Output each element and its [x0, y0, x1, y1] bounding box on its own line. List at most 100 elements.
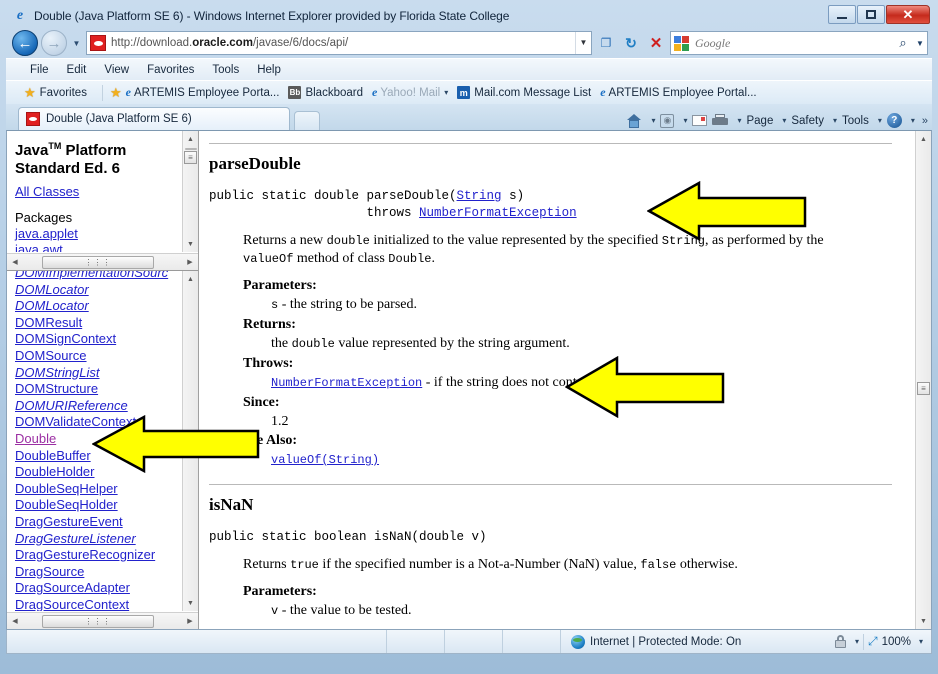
chevron-down-icon[interactable]: ▾	[878, 116, 882, 125]
h-scroll-thumb[interactable]: ⋮⋮⋮	[42, 255, 154, 269]
privacy-lock-icon[interactable]	[834, 635, 847, 648]
chevron-down-icon[interactable]: ▾	[737, 116, 741, 125]
class-link-domsigncontext[interactable]: DOMSignContext	[15, 331, 180, 348]
tools-menu-button[interactable]: Tools	[842, 115, 869, 127]
class-link-doubleseqhelper[interactable]: DoubleSeqHelper	[15, 481, 180, 498]
link-numberformatexception[interactable]: NumberFormatException	[271, 376, 422, 390]
favorites-button[interactable]: ★ Favorites	[24, 85, 95, 101]
favorite-mailcom[interactable]: m Mail.com Message List	[457, 86, 591, 99]
recent-pages-caret[interactable]: ▼	[70, 39, 83, 48]
link-string[interactable]: String	[457, 189, 502, 203]
scroll-track-upper[interactable]	[183, 287, 199, 435]
menu-help[interactable]: Help	[255, 63, 283, 77]
print-icon[interactable]	[712, 114, 729, 127]
feeds-icon[interactable]: ◉	[660, 113, 675, 128]
favorite-label: Blackboard	[305, 86, 363, 99]
add-to-favorites-bar-icon[interactable]: ★	[110, 85, 122, 101]
menu-favorites[interactable]: Favorites	[145, 63, 196, 77]
package-link-java-applet[interactable]: java.applet	[15, 226, 182, 242]
scroll-left-arrow[interactable]: ◀	[7, 254, 23, 270]
chevron-down-icon[interactable]: ▾	[683, 116, 687, 125]
forward-button[interactable]: →	[41, 30, 67, 56]
command-bar-overflow-icon[interactable]: »	[922, 115, 928, 127]
search-input[interactable]: Google ⌕ ▼	[670, 31, 928, 55]
h-scroll-thumb[interactable]: ⋮⋮⋮	[42, 614, 154, 628]
menu-tools[interactable]: Tools	[210, 63, 241, 77]
class-link-doubleseqholder[interactable]: DoubleSeqHolder	[15, 497, 180, 514]
scroll-up-arrow[interactable]: ▲	[183, 271, 199, 287]
class-link-draggesturerecognizer[interactable]: DragGestureRecognizer	[15, 547, 180, 564]
refresh-icon[interactable]: ↻	[620, 31, 642, 55]
close-button[interactable]: ✕	[886, 5, 930, 24]
scroll-down-arrow[interactable]: ▼	[916, 613, 932, 629]
help-icon[interactable]: ?	[886, 113, 902, 128]
class-link-domsource[interactable]: DOMSource	[15, 348, 180, 365]
safety-menu-button[interactable]: Safety	[791, 115, 824, 127]
class-link-domstructure[interactable]: DOMStructure	[15, 381, 180, 398]
class-link-domurireference[interactable]: DOMURIReference	[15, 398, 180, 415]
class-list-horizontal-scrollbar[interactable]: ◀ ⋮⋮⋮ ▶	[7, 612, 198, 629]
menu-view[interactable]: View	[102, 63, 131, 77]
chevron-down-icon[interactable]: ▾	[855, 637, 859, 646]
stop-icon[interactable]: ✕	[645, 31, 667, 55]
window-controls: ✕	[827, 4, 930, 25]
scroll-track-lower[interactable]	[916, 395, 932, 613]
class-link-dragsourcecontext[interactable]: DragSourceContext	[15, 597, 180, 611]
content-vertical-scrollbar[interactable]: ▲ ≡ ▼	[915, 131, 931, 629]
minimize-button[interactable]	[828, 5, 856, 24]
tab-double-java-platform[interactable]: Double (Java Platform SE 6)	[18, 107, 290, 130]
address-dropdown-caret[interactable]: ▼	[575, 32, 591, 54]
class-link-dragsourceadapter[interactable]: DragSourceAdapter	[15, 580, 180, 597]
scroll-down-arrow[interactable]: ▼	[183, 595, 199, 611]
zoom-level-label[interactable]: 100%	[882, 636, 911, 648]
scroll-up-arrow[interactable]: ▲	[916, 131, 932, 147]
class-link-draggesturelistener[interactable]: DragGestureListener	[15, 531, 180, 548]
maximize-button[interactable]	[857, 5, 885, 24]
chevron-down-icon[interactable]: ▾	[651, 116, 655, 125]
compatibility-view-icon[interactable]: ❐	[595, 31, 617, 55]
class-link-domimplementationsource[interactable]: DOMImplementationSourc	[15, 271, 180, 282]
scroll-right-arrow[interactable]: ▶	[182, 613, 198, 629]
scroll-down-arrow[interactable]: ▼	[183, 236, 199, 252]
link-valueof-string[interactable]: valueOf(String)	[271, 453, 379, 467]
packages-vertical-scrollbar[interactable]: ▲ ≡ ▼	[182, 131, 198, 252]
scroll-thumb-grip[interactable]: ≡	[184, 151, 197, 164]
address-input[interactable]: http://download.oracle.com/javase/6/docs…	[86, 31, 592, 55]
chevron-down-icon[interactable]: ▾	[911, 116, 915, 125]
chevron-down-icon[interactable]: ▾	[782, 116, 786, 125]
menu-edit[interactable]: Edit	[65, 63, 89, 77]
class-link-domlocator-2[interactable]: DOMLocator	[15, 298, 180, 315]
menu-file[interactable]: File	[28, 63, 51, 77]
new-tab-button[interactable]	[294, 111, 320, 130]
home-icon[interactable]	[626, 113, 642, 128]
class-link-domlocator-1[interactable]: DOMLocator	[15, 282, 180, 299]
scroll-right-arrow[interactable]: ▶	[182, 254, 198, 270]
all-classes-link[interactable]: All Classes	[15, 184, 182, 200]
class-link-domstringlist[interactable]: DOMStringList	[15, 365, 180, 382]
favorite-artemis-1[interactable]: e ARTEMIS Employee Porta...	[126, 85, 280, 100]
zoom-icon[interactable]: ⤢	[868, 634, 878, 649]
class-link-draggestureevent[interactable]: DragGestureEvent	[15, 514, 180, 531]
scroll-up-arrow[interactable]: ▲	[183, 131, 199, 147]
scroll-track[interactable]	[183, 164, 199, 236]
back-button[interactable]: ←	[12, 30, 38, 56]
class-link-dragsource[interactable]: DragSource	[15, 564, 180, 581]
chevron-down-icon[interactable]: ▾	[444, 88, 448, 97]
favorite-artemis-2[interactable]: e ARTEMIS Employee Portal...	[600, 85, 756, 100]
favorite-blackboard[interactable]: Bb Blackboard	[288, 86, 363, 99]
page-menu-button[interactable]: Page	[746, 115, 773, 127]
link-numberformatexception[interactable]: NumberFormatException	[419, 206, 577, 220]
packages-horizontal-scrollbar[interactable]: ◀ ⋮⋮⋮ ▶	[7, 253, 198, 270]
class-link-domresult[interactable]: DOMResult	[15, 315, 180, 332]
security-zone[interactable]: Internet | Protected Mode: On	[561, 634, 834, 649]
chevron-down-icon[interactable]: ▾	[919, 637, 923, 646]
favorite-yahoo-mail[interactable]: e Yahoo! Mail ▾	[372, 85, 448, 100]
scroll-left-arrow[interactable]: ◀	[7, 613, 23, 629]
search-icon[interactable]: ⌕	[893, 35, 913, 51]
search-provider-caret[interactable]: ▼	[913, 39, 927, 48]
chevron-down-icon[interactable]: ▾	[833, 116, 837, 125]
read-mail-icon[interactable]	[692, 115, 708, 126]
scroll-thumb-grip[interactable]: ≡	[917, 382, 930, 395]
package-link-java-awt[interactable]: java.awt	[15, 242, 182, 252]
scroll-track-upper[interactable]	[916, 147, 932, 382]
